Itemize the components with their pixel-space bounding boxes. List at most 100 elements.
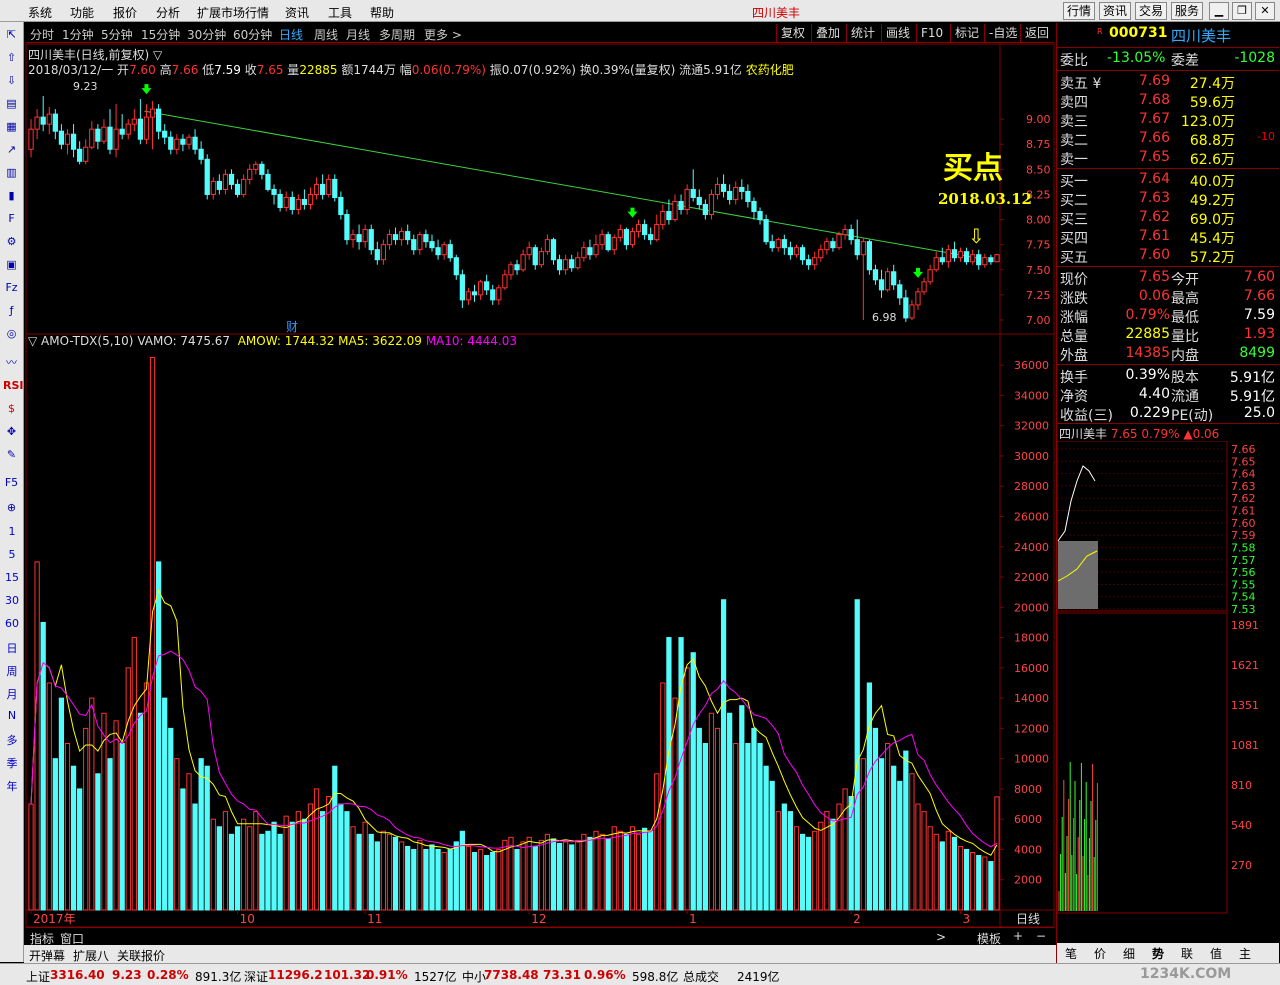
- mini-price-tick: 7.58: [1231, 541, 1256, 554]
- minimize-icon[interactable]: ▁: [1209, 2, 1229, 20]
- ext-eight-button[interactable]: 扩展八: [73, 947, 109, 964]
- news-button[interactable]: 资讯: [1099, 2, 1131, 20]
- x-tick-label: 2017年: [33, 912, 76, 926]
- candle-body: [587, 247, 593, 256]
- panel-tab[interactable]: 联: [1181, 945, 1193, 962]
- zoom-out-icon[interactable]: −: [1036, 929, 1046, 943]
- candle-body: [344, 214, 350, 241]
- stat-label: 现价: [1060, 272, 1088, 288]
- candle-body: [909, 304, 915, 319]
- ask-row: 卖四 7.68 59.6万: [1059, 92, 1279, 111]
- volume-bar: [684, 667, 690, 911]
- volume-bar: [338, 803, 344, 911]
- panel-tab[interactable]: 值: [1210, 945, 1222, 962]
- trade-button[interactable]: 交易: [1135, 2, 1167, 20]
- candle-body: [398, 231, 405, 241]
- candle-body: [198, 148, 204, 160]
- kline-chart[interactable]: 9.008.758.508.258.007.757.507.257.00 360…: [0, 0, 1056, 945]
- volume-bar: [714, 727, 721, 911]
- stat-value: 0.06: [1138, 288, 1170, 304]
- candle-body: [40, 116, 46, 125]
- volume-bar: [210, 818, 216, 911]
- sz-index[interactable]: 11296.2: [268, 968, 323, 982]
- stat-value: 14385: [1125, 345, 1170, 361]
- price-tick-label: 7.25: [1026, 289, 1051, 302]
- price-tick-label: 8.75: [1026, 138, 1051, 151]
- candle-body: [83, 146, 89, 162]
- bid-price: 7.60: [1138, 247, 1170, 263]
- stat-value: 7.65: [1138, 269, 1170, 285]
- zx-change: 73.31: [543, 968, 581, 982]
- sh-index[interactable]: 3316.40: [50, 968, 105, 982]
- stat-label: 今开: [1171, 272, 1199, 288]
- volume-bar: [720, 599, 727, 911]
- candle-body: [720, 183, 727, 192]
- candle-body: [884, 271, 891, 291]
- price-tick-label: 7.50: [1026, 264, 1051, 277]
- candle-body: [28, 128, 34, 150]
- close-icon[interactable]: ✕: [1255, 2, 1275, 20]
- candle-body: [137, 118, 144, 140]
- indicator-line: ▽ AMO-TDX(5,10) VAMO: 7475.67 AMOW: 1744…: [28, 334, 517, 348]
- stock-code: 000731: [1109, 25, 1168, 41]
- restore-icon[interactable]: ❐: [1232, 2, 1252, 20]
- sz-pct: 0.91%: [366, 968, 408, 982]
- candle-body: [46, 113, 52, 125]
- panel-tab[interactable]: 主: [1239, 945, 1251, 962]
- x-tick-label: 3: [963, 912, 971, 926]
- bid-price: 7.61: [1138, 228, 1170, 244]
- service-button[interactable]: 服务: [1171, 2, 1203, 20]
- zoom-in-icon[interactable]: +: [1013, 929, 1023, 943]
- bid-price: 7.62: [1138, 209, 1170, 225]
- ask-label: 卖一: [1060, 152, 1088, 168]
- related-quote-button[interactable]: 关联报价: [117, 947, 165, 964]
- candle-body: [976, 254, 982, 266]
- turnover-value: 0.39%(量复权): [591, 63, 676, 77]
- volume-bar: [64, 743, 71, 911]
- mini-volume-tick: 1081: [1231, 739, 1259, 752]
- volume-tick-label: 12000: [1014, 722, 1049, 735]
- stat-label: 最低: [1171, 310, 1199, 326]
- mini-intraday-chart[interactable]: 7.667.657.647.637.627.617.607.597.587.57…: [1057, 441, 1279, 943]
- volume-bar: [733, 743, 739, 911]
- candle-body: [526, 247, 532, 256]
- panel-tab[interactable]: 价: [1094, 945, 1106, 962]
- panel-tab[interactable]: 细: [1123, 945, 1135, 962]
- finance-marker[interactable]: 财: [286, 318, 298, 335]
- volume-bar: [872, 727, 879, 911]
- volume-bar: [976, 855, 982, 911]
- mini-price-tick: 7.66: [1231, 443, 1256, 456]
- price-tick-label: 7.75: [1026, 239, 1051, 252]
- quote-button[interactable]: 行情: [1063, 2, 1095, 20]
- volume-bar: [690, 652, 696, 911]
- volume-bar: [265, 830, 271, 911]
- x-tick-label: 12: [531, 912, 546, 926]
- candle-body: [496, 287, 502, 301]
- volume-bar: [180, 788, 186, 911]
- volume-bar: [951, 836, 958, 911]
- candle-body: [70, 133, 77, 150]
- volume-bar: [793, 826, 800, 911]
- candle-body: [617, 229, 623, 239]
- stat-label: 涨跌: [1060, 291, 1088, 307]
- candle-body: [575, 257, 581, 269]
- panel-tab[interactable]: 笔: [1065, 945, 1077, 962]
- bid-volume: 49.2万: [1189, 193, 1235, 209]
- buy-date-label: 2018.03.12: [938, 190, 1032, 208]
- candle-body: [143, 116, 150, 140]
- volume-bar: [538, 839, 544, 911]
- buy-point-label: 买点: [943, 151, 1003, 186]
- volume-bar: [28, 803, 34, 911]
- panel-tab[interactable]: 势: [1152, 945, 1164, 962]
- candle-body: [277, 193, 283, 209]
- candle-body: [210, 180, 216, 195]
- candle-body: [684, 188, 690, 211]
- ask-price: 7.65: [1138, 149, 1170, 165]
- volume-bar: [745, 743, 751, 911]
- danmu-button[interactable]: 开弹幕: [29, 947, 65, 964]
- volume-bar: [812, 830, 818, 911]
- candle-body: [769, 241, 775, 249]
- scroll-right-icon[interactable]: >: [936, 930, 946, 944]
- zx-index[interactable]: 7738.48: [484, 968, 539, 982]
- indicator-name[interactable]: ▽ AMO-TDX(5,10): [28, 334, 134, 348]
